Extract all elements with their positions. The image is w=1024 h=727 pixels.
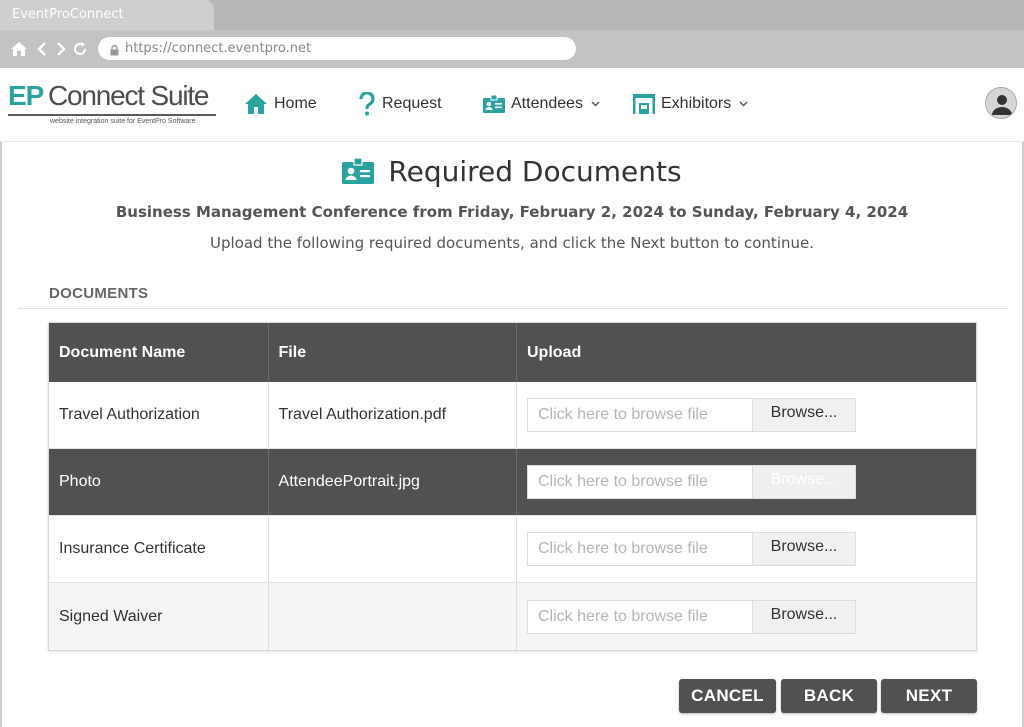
browse-button[interactable]: Browse...: [753, 465, 856, 499]
document-name: Insurance Certificate: [49, 516, 269, 582]
logo-subtitle: website integration suite for EventPro S…: [50, 118, 196, 125]
table-row[interactable]: Photo AttendeePortrait.jpg Browse...: [49, 449, 976, 516]
main-content: Required Documents Business Management C…: [0, 142, 1024, 727]
back-arrow-icon[interactable]: [33, 41, 51, 57]
upload-cell: Browse...: [517, 516, 976, 582]
home-icon: [245, 94, 267, 114]
file-name: [269, 583, 517, 650]
chevron-down-icon: [591, 101, 600, 107]
next-button[interactable]: NEXT: [881, 679, 977, 713]
browse-file-input[interactable]: [527, 398, 753, 432]
title-row: Required Documents: [2, 154, 1022, 188]
browse-file-input[interactable]: [527, 532, 753, 566]
browse-file-input[interactable]: [527, 465, 753, 499]
column-header-file: File: [269, 323, 517, 382]
table-header: Document Name File Upload: [49, 323, 976, 382]
upload-cell: Browse...: [517, 583, 976, 650]
browse-button[interactable]: Browse...: [753, 532, 856, 566]
nav-attendees[interactable]: Attendees: [483, 90, 606, 118]
table-row[interactable]: Insurance Certificate Browse...: [49, 516, 976, 583]
cancel-button[interactable]: CANCEL: [679, 679, 776, 713]
chevron-down-icon: [739, 101, 748, 107]
document-name: Signed Waiver: [49, 583, 269, 650]
upload-control: Browse...: [527, 398, 856, 432]
user-icon: [992, 95, 1012, 115]
app-header: EP Connect Suite website integration sui…: [0, 68, 1024, 142]
id-card-icon: [342, 158, 375, 184]
browser-toolbar: https://connect.eventpro.net: [0, 30, 1024, 68]
document-name: Travel Authorization: [49, 382, 269, 448]
booth-icon: [633, 94, 655, 114]
back-button[interactable]: BACK: [781, 679, 877, 713]
url-text: https://connect.eventpro.net: [125, 41, 312, 56]
logo-ep: EP: [8, 80, 44, 111]
home-icon[interactable]: [10, 41, 28, 57]
nav-home-label: Home: [274, 95, 317, 112]
logo[interactable]: EP Connect Suite website integration sui…: [8, 82, 218, 132]
upload-cell: Browse...: [517, 382, 976, 448]
documents-table: Document Name File Upload Travel Authori…: [48, 322, 977, 651]
instructions-text: Upload the following required documents,…: [210, 234, 814, 252]
address-bar[interactable]: https://connect.eventpro.net: [98, 37, 576, 60]
upload-control: Browse...: [527, 532, 856, 566]
browse-button[interactable]: Browse...: [753, 599, 856, 634]
upload-control: Browse...: [527, 599, 856, 634]
column-header-document-name: Document Name: [49, 323, 269, 382]
upload-control: Browse...: [527, 465, 856, 499]
forward-arrow-icon[interactable]: [52, 41, 70, 57]
nav-attendees-label: Attendees: [511, 95, 584, 112]
logo-underline: [8, 114, 216, 116]
question-icon: [359, 92, 375, 116]
nav-exhibitors-label: Exhibitors: [661, 95, 732, 112]
id-card-icon: [483, 95, 505, 113]
table-row[interactable]: Signed Waiver Browse...: [49, 583, 976, 650]
logo-rest: Connect Suite: [48, 80, 209, 111]
table-row[interactable]: Travel Authorization Travel Authorizatio…: [49, 382, 976, 449]
document-name: Photo: [49, 449, 269, 515]
nav-exhibitors[interactable]: Exhibitors: [633, 90, 754, 118]
page-title: Required Documents: [388, 154, 682, 188]
browse-button[interactable]: Browse...: [753, 398, 856, 432]
file-name: AttendeePortrait.jpg: [269, 449, 517, 515]
browser-tab-title: EventProConnect: [12, 7, 124, 22]
browse-file-input[interactable]: [527, 599, 753, 634]
event-description: Business Management Conference from Frid…: [115, 203, 909, 221]
section-divider: [18, 308, 1008, 309]
section-label: DOCUMENTS: [49, 285, 149, 302]
nav-home[interactable]: Home: [244, 90, 317, 118]
file-name: Travel Authorization.pdf: [269, 382, 517, 448]
browser-chrome: EventProConnect https://connect.eventpro…: [0, 0, 1024, 68]
user-avatar[interactable]: [985, 87, 1017, 119]
browser-tab[interactable]: EventProConnect: [0, 0, 214, 30]
file-name: [269, 516, 517, 582]
lock-icon: [110, 43, 119, 61]
nav-request[interactable]: Request: [358, 90, 442, 118]
reload-icon[interactable]: [71, 41, 89, 57]
upload-cell: Browse...: [517, 449, 976, 515]
nav-request-label: Request: [382, 95, 442, 112]
column-header-upload: Upload: [527, 343, 582, 361]
